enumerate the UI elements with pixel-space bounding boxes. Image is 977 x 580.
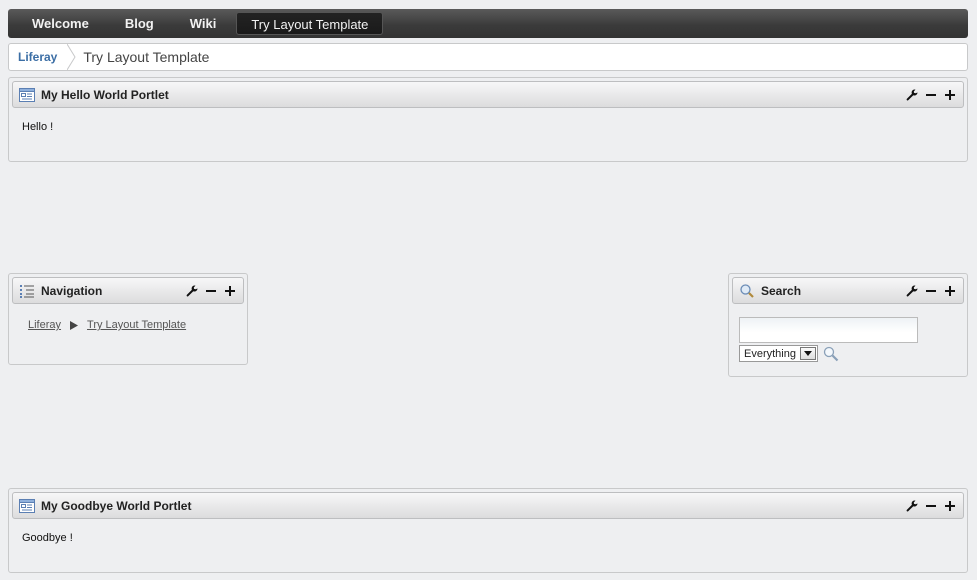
portlet-actions bbox=[184, 283, 237, 298]
portlet-actions bbox=[904, 87, 957, 102]
portlet-actions bbox=[904, 498, 957, 513]
navigation-link-liferay[interactable]: Liferay bbox=[28, 319, 61, 331]
portlet-header: My Hello World Portlet bbox=[12, 81, 964, 108]
minus-icon[interactable] bbox=[923, 498, 938, 513]
portlet-content: Goodbye ! bbox=[22, 532, 73, 544]
portlet-title: My Goodbye World Portlet bbox=[41, 498, 192, 513]
portlet-window-icon bbox=[19, 87, 35, 103]
search-submit-icon[interactable] bbox=[823, 346, 839, 362]
portlet-content: Hello ! bbox=[22, 121, 54, 133]
portlet-actions bbox=[904, 283, 957, 298]
magnifier-icon bbox=[739, 283, 755, 299]
nav-item-blog[interactable]: Blog bbox=[107, 12, 172, 35]
breadcrumb-home-link[interactable]: Liferay bbox=[9, 44, 67, 70]
plus-icon[interactable] bbox=[942, 498, 957, 513]
minus-icon[interactable] bbox=[203, 283, 218, 298]
portlet-header: Navigation bbox=[12, 277, 244, 304]
breadcrumb-separator-icon bbox=[67, 44, 77, 70]
search-input[interactable] bbox=[739, 317, 918, 343]
goodbye-world-portlet: My Goodbye World Portlet Goodbye ! bbox=[8, 488, 968, 573]
main-navigation: Welcome Blog Wiki Try Layout Template bbox=[8, 9, 968, 38]
plus-icon[interactable] bbox=[942, 87, 957, 102]
nav-item-wiki[interactable]: Wiki bbox=[172, 12, 235, 35]
portlet-title: Search bbox=[761, 283, 802, 298]
breadcrumb-current: Try Layout Template bbox=[83, 49, 210, 65]
search-scope-value: Everything bbox=[744, 347, 796, 360]
search-portlet: Search Everything bbox=[728, 273, 968, 377]
nav-item-try-layout-template[interactable]: Try Layout Template bbox=[236, 12, 384, 35]
wrench-icon[interactable] bbox=[904, 87, 919, 102]
portlet-header: My Goodbye World Portlet bbox=[12, 492, 964, 519]
portlet-header: Search bbox=[732, 277, 964, 304]
navigation-link-try-layout-template[interactable]: Try Layout Template bbox=[87, 319, 186, 331]
hello-world-portlet: My Hello World Portlet Hello ! bbox=[8, 77, 968, 162]
list-icon bbox=[19, 283, 35, 299]
wrench-icon[interactable] bbox=[184, 283, 199, 298]
portlet-window-icon bbox=[19, 498, 35, 514]
breadcrumb: Liferay Try Layout Template bbox=[8, 43, 968, 71]
plus-icon[interactable] bbox=[942, 283, 957, 298]
minus-icon[interactable] bbox=[923, 283, 938, 298]
triangle-right-icon bbox=[70, 320, 79, 330]
search-form: Everything bbox=[729, 307, 967, 372]
navigation-links: Liferay Try Layout Template bbox=[9, 307, 247, 343]
portlet-title: Navigation bbox=[41, 283, 103, 298]
wrench-icon[interactable] bbox=[904, 498, 919, 513]
minus-icon[interactable] bbox=[923, 87, 938, 102]
search-scope-select[interactable]: Everything bbox=[739, 345, 818, 362]
navigation-portlet: Navigation Liferay Try Layout Template bbox=[8, 273, 248, 365]
nav-item-welcome[interactable]: Welcome bbox=[14, 12, 107, 35]
chevron-down-icon bbox=[799, 347, 816, 360]
portlet-title: My Hello World Portlet bbox=[41, 87, 169, 102]
plus-icon[interactable] bbox=[222, 283, 237, 298]
search-controls: Everything bbox=[739, 345, 957, 362]
wrench-icon[interactable] bbox=[904, 283, 919, 298]
